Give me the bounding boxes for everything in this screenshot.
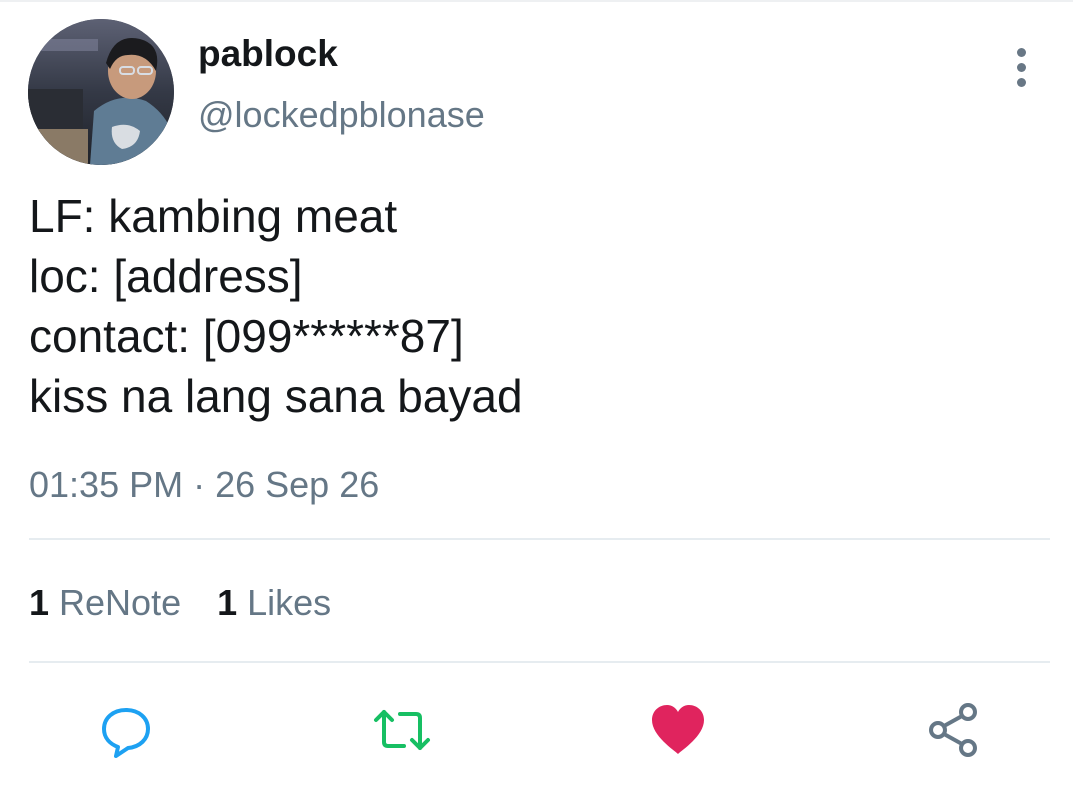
renote-label: ReNote <box>59 582 182 623</box>
note-line: LF: kambing meat <box>29 190 398 242</box>
more-dot <box>1016 47 1026 57</box>
likes-label: Likes <box>247 582 332 623</box>
reply-button[interactable] <box>94 690 158 770</box>
more-dot <box>1016 62 1026 72</box>
renote-icon <box>374 710 430 750</box>
likes-stat[interactable]: 1 Likes <box>217 581 331 625</box>
like-button[interactable] <box>646 690 710 770</box>
note-line: contact: [099******87] <box>29 310 464 362</box>
renote-count: 1 <box>29 582 50 623</box>
meta-separator: · <box>193 464 206 505</box>
top-divider <box>0 0 1073 2</box>
divider <box>29 661 1050 663</box>
note-date: 26 Sep 26 <box>215 464 380 505</box>
heart-icon <box>652 705 704 754</box>
divider <box>29 538 1050 540</box>
more-dot <box>1016 77 1026 87</box>
avatar[interactable] <box>28 19 174 165</box>
share-button[interactable] <box>922 690 986 770</box>
note-timestamp: 01:35 PM · 26 Sep 26 <box>29 463 379 507</box>
avatar-image <box>28 19 174 165</box>
likes-count: 1 <box>217 582 238 623</box>
share-icon <box>929 703 977 757</box>
note-stats: 1 ReNote 1 Likes <box>29 581 331 625</box>
renote-stat[interactable]: 1 ReNote <box>29 581 181 625</box>
reply-icon <box>102 708 150 758</box>
display-name[interactable]: pablock <box>198 32 338 76</box>
handle[interactable]: @lockedpblonase <box>198 93 485 137</box>
note-line: kiss na lang sana bayad <box>29 370 523 422</box>
renote-button[interactable] <box>370 690 434 770</box>
note-text: LF: kambing meat loc: [address] contact:… <box>29 186 1039 426</box>
note-time: 01:35 PM <box>29 464 184 505</box>
action-bar <box>0 690 1073 770</box>
note-line: loc: [address] <box>29 250 303 302</box>
more-options-icon[interactable] <box>1001 44 1041 90</box>
